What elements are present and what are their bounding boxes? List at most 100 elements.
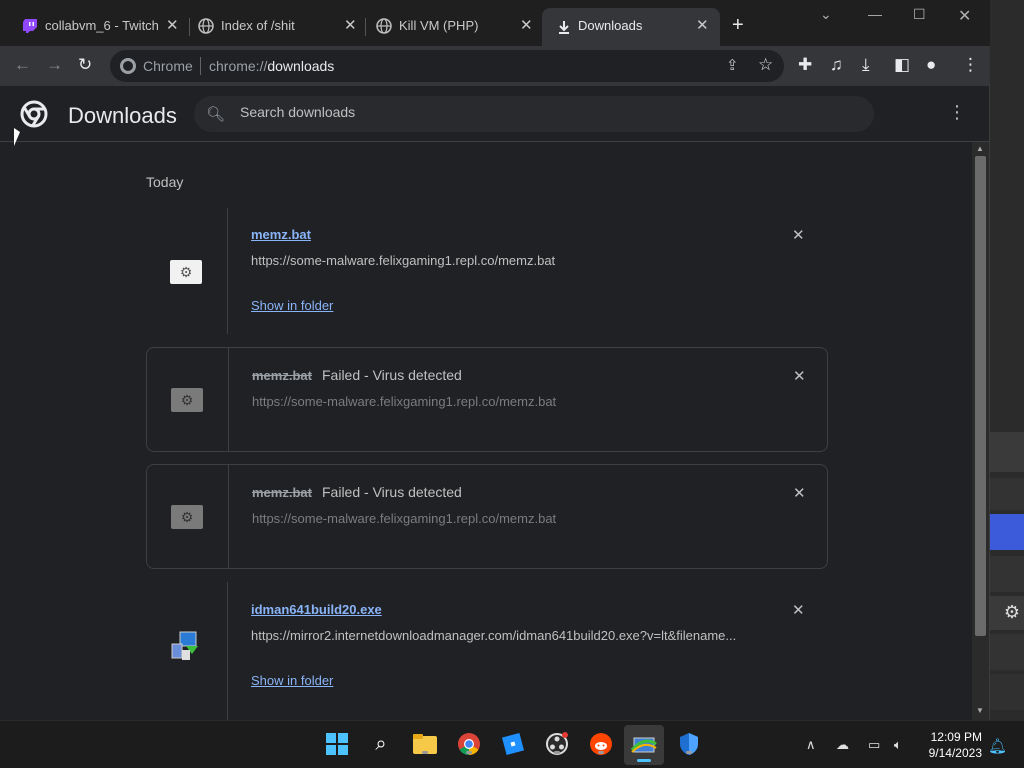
download-filename-link[interactable]: memz.bat	[251, 227, 311, 242]
omnibox-divider	[200, 57, 201, 75]
download-url[interactable]: https://some-malware.felixgaming1.repl.c…	[251, 253, 555, 268]
reload-icon[interactable]: ↻	[78, 55, 92, 75]
new-tab-button[interactable]: +	[732, 14, 744, 37]
download-icon	[559, 21, 569, 34]
tab-title: collabvm_6 - Twitch	[45, 18, 159, 33]
windows-taskbar: ⌕ ∧ ☁ ▭ 🔈︎ 12:09 PM 9/14/2023 🔔︎	[0, 720, 1024, 768]
more-menu-icon[interactable]: ⋮	[962, 55, 979, 75]
clock-time: 12:09 PM	[930, 730, 982, 744]
download-item: idman641build20.exe https://mirror2.inte…	[146, 582, 828, 720]
gear-file-icon: ⚙	[171, 505, 203, 529]
file-icon-column: ⚙	[146, 208, 228, 334]
url-path: downloads	[267, 58, 335, 74]
search-input[interactable]	[240, 104, 840, 120]
network-icon[interactable]: ▭	[868, 737, 880, 753]
tab-kill-vm[interactable]: Kill VM (PHP) ✕	[354, 8, 544, 44]
chrome-logo-icon	[20, 100, 48, 128]
download-filename-link[interactable]: idman641build20.exe	[251, 602, 382, 617]
background-panel	[990, 634, 1024, 670]
close-tab-icon[interactable]: ✕	[520, 16, 533, 34]
notification-bell-icon[interactable]: 🔔︎	[988, 737, 1007, 755]
scroll-up-arrow-icon[interactable]: ▲	[976, 144, 984, 153]
forward-arrow-icon[interactable]: →	[46, 55, 63, 75]
remove-download-icon[interactable]: ✕	[793, 484, 806, 502]
download-item: ⚙ memz.bat https://some-malware.felixgam…	[146, 208, 828, 334]
download-url[interactable]: https://mirror2.internetdownloadmanager.…	[251, 628, 736, 643]
download-filename: memz.bat	[252, 485, 312, 500]
side-panel-icon[interactable]: ◧	[894, 55, 910, 75]
profile-avatar-icon[interactable]: ●	[926, 55, 936, 75]
running-indicator	[466, 751, 472, 754]
chrome-icon[interactable]	[456, 731, 482, 757]
download-url[interactable]: https://some-malware.felixgaming1.repl.c…	[252, 511, 556, 526]
back-arrow-icon[interactable]: ←	[14, 55, 31, 75]
page-title: Downloads	[68, 103, 177, 128]
gear-icon: ⚙	[990, 596, 1024, 630]
show-in-folder-link[interactable]: Show in folder	[251, 673, 333, 688]
url-scheme: chrome://	[209, 58, 268, 74]
remove-download-icon[interactable]: ✕	[792, 226, 805, 244]
file-explorer-icon[interactable]	[412, 731, 438, 757]
onedrive-cloud-icon[interactable]: ☁	[836, 737, 849, 753]
chrome-window: collabvm_6 - Twitch ✕ Index of /shit ✕ K…	[0, 0, 990, 720]
file-icon-column	[146, 582, 228, 720]
url-text[interactable]: chrome://downloads	[209, 58, 334, 74]
extensions-puzzle-icon[interactable]: ✚	[798, 55, 812, 75]
show-hidden-icons-chevron-icon[interactable]: ∧	[806, 737, 816, 753]
tab-search-chevron-icon[interactable]: ⌄	[820, 6, 832, 23]
background-panel	[990, 674, 1024, 710]
roblox-icon[interactable]	[500, 731, 526, 757]
obs-icon[interactable]	[544, 731, 570, 757]
active-indicator	[637, 759, 651, 762]
tab-twitch[interactable]: collabvm_6 - Twitch ✕	[0, 8, 190, 44]
globe-icon	[376, 18, 392, 34]
show-in-folder-link[interactable]: Show in folder	[251, 298, 333, 313]
close-window-button[interactable]: ✕	[958, 6, 971, 26]
tab-index-of-shit[interactable]: Index of /shit ✕	[176, 8, 366, 44]
running-indicator	[686, 751, 692, 754]
system-clock[interactable]: 12:09 PM 9/14/2023	[918, 729, 982, 761]
date-group-label: Today	[146, 174, 184, 190]
tab-title: Downloads	[578, 18, 643, 33]
tab-downloads[interactable]: Downloads ✕	[542, 8, 720, 50]
file-icon-column: ⚙	[147, 348, 229, 451]
file-icon-column: ⚙	[147, 465, 229, 568]
close-tab-icon[interactable]: ✕	[696, 16, 709, 34]
control-panel-icon[interactable]	[624, 725, 664, 765]
tab-strip: collabvm_6 - Twitch ✕ Index of /shit ✕ K…	[0, 0, 990, 50]
maximize-button[interactable]: ☐	[913, 6, 926, 23]
page-scrollbar[interactable]: ▲ ▼	[972, 142, 989, 720]
search-downloads-box[interactable]: 🔍︎	[194, 96, 874, 132]
site-chip: Chrome	[143, 58, 193, 74]
reddit-icon[interactable]	[588, 731, 614, 757]
scrollbar-thumb[interactable]	[975, 156, 986, 636]
background-panel	[990, 478, 1024, 510]
remove-download-icon[interactable]: ✕	[792, 601, 805, 619]
twitch-icon	[23, 19, 37, 33]
background-panel-selected	[990, 514, 1024, 550]
scroll-down-arrow-icon[interactable]: ▼	[976, 706, 984, 715]
address-bar[interactable]: Chrome chrome://downloads ⇪ ☆	[110, 50, 784, 82]
search-icon[interactable]: ⌕	[368, 731, 394, 757]
volume-muted-icon[interactable]: 🔈︎	[894, 737, 902, 753]
downloads-list: Today ⚙ memz.bat https://some-malware.fe…	[0, 142, 972, 720]
remove-download-icon[interactable]: ✕	[793, 367, 806, 385]
download-status: Failed - Virus detected	[322, 367, 462, 383]
windows-start-icon[interactable]	[324, 731, 350, 757]
more-actions-icon[interactable]: ⋮	[948, 102, 966, 123]
download-url[interactable]: https://some-malware.felixgaming1.repl.c…	[252, 394, 556, 409]
clock-date: 9/14/2023	[928, 746, 982, 760]
download-item-failed: ⚙ memz.bat Failed - Virus detected https…	[146, 464, 828, 569]
bookmark-star-icon[interactable]: ☆	[758, 55, 773, 75]
gear-file-icon: ⚙	[170, 260, 202, 284]
running-indicator	[422, 751, 428, 754]
minimize-button[interactable]: —	[868, 6, 882, 22]
gear-file-icon: ⚙	[171, 388, 203, 412]
search-icon: 🔍︎	[206, 106, 226, 123]
browser-toolbar: ← → ↻ Chrome chrome://downloads ⇪ ☆ ✚ ♫ …	[0, 46, 990, 86]
media-control-icon[interactable]: ♫	[830, 55, 843, 75]
downloads-icon[interactable]: ⤓	[862, 55, 870, 75]
defender-icon[interactable]	[676, 731, 702, 757]
chrome-site-icon	[120, 58, 136, 74]
share-icon[interactable]: ⇪	[726, 56, 739, 74]
